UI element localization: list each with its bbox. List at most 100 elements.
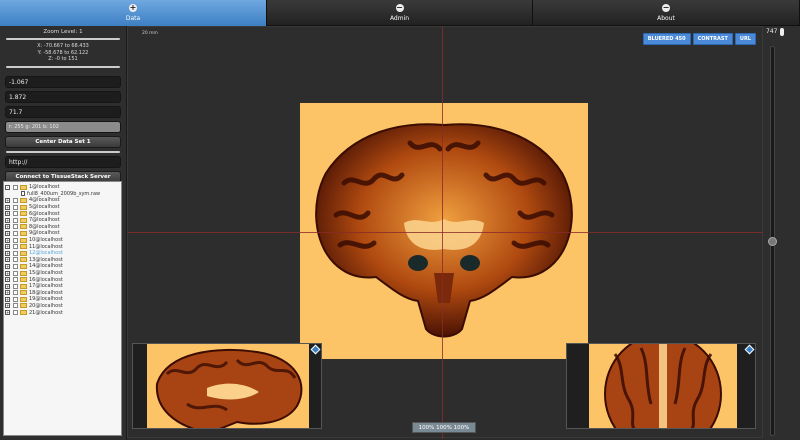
expand-icon[interactable]: + (5, 257, 10, 263)
folder-icon (20, 204, 27, 210)
tree-item[interactable]: +5@localhost (5, 204, 120, 211)
contrast-button[interactable]: CONTRAST (692, 33, 733, 45)
resize-handle-icon[interactable] (310, 344, 321, 355)
tree-checkbox[interactable] (13, 296, 18, 302)
tree-checkbox[interactable] (13, 283, 18, 289)
tree-checkbox[interactable] (13, 303, 18, 309)
folder-icon (20, 250, 27, 256)
dataset-tree[interactable]: -1@localhost full8_400um_2009b_sym.raw +4@… (3, 181, 122, 436)
coronal-slice-image[interactable] (300, 103, 588, 359)
expand-icon[interactable]: + (5, 230, 10, 236)
tree-item[interactable]: +14@localhost (5, 263, 120, 270)
slice-slider-thumb[interactable] (768, 237, 777, 246)
tree-checkbox[interactable] (13, 263, 18, 269)
tree-item[interactable]: +19@localhost (5, 296, 120, 303)
folder-icon (20, 224, 27, 230)
tree-item[interactable]: +7@localhost (5, 217, 120, 224)
slider-top-knob-icon[interactable] (780, 28, 784, 36)
tree-checkbox[interactable] (13, 224, 18, 230)
folder-icon (20, 290, 27, 296)
tree-item[interactable]: full8_400um_2009b_sym.raw (5, 191, 120, 198)
tree-checkbox[interactable] (13, 244, 18, 250)
expand-icon[interactable]: + (5, 263, 10, 269)
expand-icon[interactable]: + (5, 310, 10, 316)
folder-icon (20, 257, 27, 263)
resize-handle-icon[interactable] (744, 344, 755, 355)
tree-item[interactable]: +4@localhost (5, 197, 120, 204)
server-url-field[interactable]: http:// (5, 155, 121, 168)
minus-icon: − (662, 3, 670, 12)
tree-checkbox[interactable] (13, 204, 18, 210)
colormap-button[interactable]: BLUERED 450 (642, 33, 691, 45)
crosshair-vertical (442, 27, 443, 439)
expand-icon[interactable]: + (5, 270, 10, 276)
main-viewer[interactable]: 20 mm BLUERED 450 CONTRAST URL 100% 100%… (127, 26, 764, 439)
tree-item[interactable]: +12@localhost (5, 250, 120, 257)
tree-checkbox[interactable] (13, 184, 18, 190)
pixel-value-field: r: 255 g: 201 b: 102 (5, 120, 121, 133)
axial-slice-image (589, 344, 737, 428)
folder-icon (20, 270, 27, 276)
tab-admin[interactable]: − Admin (267, 0, 533, 26)
folder-icon (20, 237, 27, 243)
tree-checkbox[interactable] (13, 250, 18, 256)
z-coordinate-field[interactable]: 71.7 (5, 105, 121, 118)
tree-checkbox[interactable] (13, 197, 18, 203)
tree-checkbox[interactable] (13, 290, 18, 296)
sagittal-thumbnail[interactable] (132, 343, 322, 429)
expand-icon[interactable]: + (5, 217, 10, 223)
expand-icon[interactable]: + (5, 224, 10, 230)
tree-item-label: 10@localhost (29, 237, 63, 244)
tree-checkbox[interactable] (13, 257, 18, 263)
tree-item-label: full8_400um_2009b_sym.raw (27, 190, 101, 197)
expand-icon[interactable]: + (5, 244, 10, 250)
tab-bar: + Data − Admin − About (0, 0, 800, 26)
tree-item[interactable]: +8@localhost (5, 224, 120, 231)
folder-icon (20, 217, 27, 223)
tree-checkbox[interactable] (13, 270, 18, 276)
expand-icon[interactable]: + (5, 296, 10, 302)
url-button[interactable]: URL (734, 33, 756, 45)
folder-icon (20, 283, 27, 289)
divider (6, 38, 120, 40)
tree-item[interactable]: - 1@localhost (5, 184, 120, 191)
expand-icon[interactable]: + (5, 290, 10, 296)
tree-item[interactable]: +10@localhost (5, 237, 120, 244)
brain-coronal-graphic (315, 123, 573, 338)
tree-checkbox[interactable] (13, 217, 18, 223)
tree-item[interactable]: +17@localhost (5, 283, 120, 290)
x-coordinate-field[interactable]: -1.067 (5, 75, 121, 88)
tab-data[interactable]: + Data (0, 0, 267, 26)
tree-checkbox[interactable] (13, 237, 18, 243)
expand-icon[interactable]: + (5, 250, 10, 256)
tree-item-label: 12@localhost (29, 250, 63, 257)
tree-checkbox[interactable] (13, 277, 18, 283)
collapse-icon[interactable]: - (5, 184, 10, 190)
center-data-set-button[interactable]: Center Data Set 1 (5, 135, 121, 148)
scale-label: 20 mm (142, 31, 158, 36)
tree-checkbox[interactable] (13, 310, 18, 316)
y-coordinate-field[interactable]: 1.872 (5, 90, 121, 103)
tree-checkbox[interactable] (13, 211, 18, 217)
axial-thumbnail[interactable] (566, 343, 756, 429)
tree-item[interactable]: +9@localhost (5, 230, 120, 237)
expand-icon[interactable]: + (5, 237, 10, 243)
expand-icon[interactable]: + (5, 277, 10, 283)
tree-checkbox[interactable] (13, 230, 18, 236)
tree-item[interactable]: +6@localhost (5, 210, 120, 217)
tree-item[interactable]: +20@localhost (5, 303, 120, 310)
expand-icon[interactable]: + (5, 303, 10, 309)
expand-icon[interactable]: + (5, 283, 10, 289)
expand-icon[interactable]: + (5, 197, 10, 203)
tree-item[interactable]: +16@localhost (5, 276, 120, 283)
tree-item[interactable]: +21@localhost (5, 309, 120, 316)
expand-icon[interactable]: + (5, 204, 10, 210)
tab-about[interactable]: − About (533, 0, 800, 26)
folder-icon (20, 277, 27, 283)
tree-item[interactable]: +15@localhost (5, 270, 120, 277)
tree-item[interactable]: +13@localhost (5, 257, 120, 264)
tree-item[interactable]: +11@localhost (5, 243, 120, 250)
tree-item[interactable]: +18@localhost (5, 290, 120, 297)
zoom-level-label: Zoom Level: 1 (43, 29, 83, 35)
expand-icon[interactable]: + (5, 211, 10, 217)
